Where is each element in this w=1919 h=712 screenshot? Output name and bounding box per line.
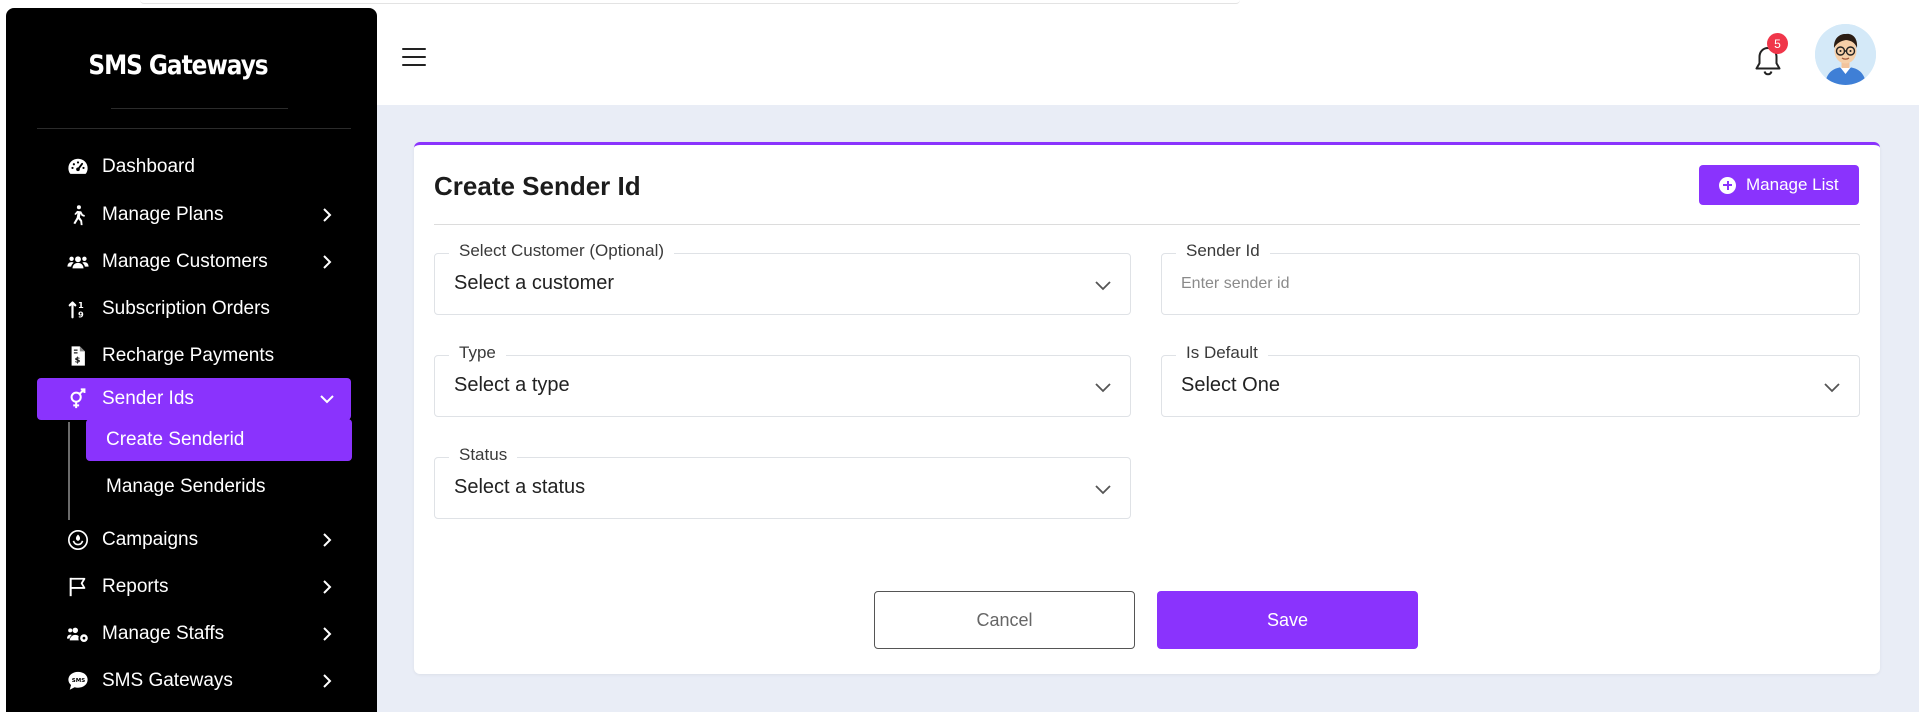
sidebar-divider [37,128,351,129]
status-select-label: Status [449,445,518,465]
sidebar-item-manage-staffs[interactable]: Manage Staffs [37,613,351,655]
type-select[interactable]: Type Select a type [434,343,1131,417]
invoice-dollar-icon: $ [67,345,89,367]
chevron-right-icon [320,533,334,547]
type-select-label: Type [449,343,506,363]
sort-arrows-icon: 19 [67,298,89,320]
chevron-down-icon [1823,380,1841,394]
sidebar-item-label: Dashboard [102,156,195,177]
svg-text:9: 9 [78,309,84,319]
users-icon [67,251,89,273]
is-default-select[interactable]: Is Default Select One [1161,343,1860,417]
submenu-item-manage-senderids[interactable]: Manage Senderids [86,466,352,508]
status-select[interactable]: Status Select a status [434,445,1131,519]
sidebar-item-subscription-orders[interactable]: 19 Subscription Orders [37,288,351,330]
status-select-value: Select a status [454,476,586,498]
create-sender-id-card: Create Sender Id Manage List Select Cust… [414,142,1880,674]
venus-mars-icon [67,388,89,410]
notification-badge: 5 [1767,33,1788,54]
brand-title: SMS Gateways [88,50,268,81]
sms-bubble-icon: SMS [67,670,89,692]
submenu-item-create-senderid[interactable]: Create Senderid [86,419,352,461]
submenu-guide-line [68,422,70,520]
sidebar-item-label: Reports [102,576,169,597]
hamburger-menu-icon[interactable] [402,48,426,66]
customer-select-label: Select Customer (Optional) [449,241,675,261]
sidebar-item-dashboard[interactable]: Dashboard [37,146,351,188]
browser-bar-edge [140,0,1240,4]
customer-select-value: Select a customer [454,272,615,294]
campaign-icon [67,529,89,551]
users-gear-icon [67,623,89,645]
sidebar-item-label: Subscription Orders [102,298,270,319]
sidebar-item-manage-customers[interactable]: Manage Customers [37,241,351,283]
sidebar-item-label: Manage Plans [102,204,224,225]
flag-icon [67,576,89,598]
plus-circle-icon [1719,176,1736,194]
sidebar-item-sender-ids[interactable]: Sender Ids [37,378,351,420]
sidebar-item-manage-plans[interactable]: Manage Plans [37,194,351,236]
chevron-right-icon [320,674,334,688]
person-walking-icon [67,204,89,226]
window-top-edge [0,0,1919,8]
is-default-label: Is Default [1176,343,1268,363]
chevron-down-icon [320,392,334,406]
chevron-right-icon [320,255,334,269]
brand-divider [111,108,288,109]
chevron-down-icon [1094,482,1112,496]
chevron-down-icon [1094,278,1112,292]
sender-id-label: Sender Id [1176,241,1270,261]
sender-id-placeholder: Enter sender id [1181,275,1290,292]
sidebar-item-label: Manage Customers [102,251,268,272]
sidebar-item-label: SMS Gateways [102,670,233,691]
sidebar-item-label: Sender Ids [102,388,194,409]
top-header: 5 [377,8,1919,105]
sidebar: SMS Gateways Dashboard Manage Plans Mana… [6,8,377,712]
chevron-right-icon [320,580,334,594]
manage-list-label: Manage List [1746,175,1839,194]
customer-select[interactable]: Select Customer (Optional) Select a cust… [434,241,1131,315]
card-divider [434,224,1860,225]
save-button[interactable]: Save [1157,591,1418,649]
main-content: Create Sender Id Manage List Select Cust… [377,105,1919,712]
is-default-value: Select One [1181,374,1280,396]
type-select-value: Select a type [454,374,570,396]
sidebar-item-label: Manage Staffs [102,623,225,644]
sidebar-item-recharge-payments[interactable]: $ Recharge Payments [37,335,351,377]
sidebar-item-reports[interactable]: Reports [37,566,351,608]
page-title: Create Sender Id [434,171,641,201]
sidebar-item-campaigns[interactable]: Campaigns [37,519,351,561]
chevron-down-icon [1094,380,1112,394]
chevron-right-icon [320,627,334,641]
sidebar-item-label: Campaigns [102,529,199,550]
user-avatar[interactable] [1815,24,1876,85]
chevron-right-icon [320,208,334,222]
svg-text:SMS: SMS [72,678,85,684]
sidebar-item-label: Recharge Payments [102,345,275,366]
svg-text:$: $ [75,354,81,364]
gauge-icon [67,156,89,178]
cancel-button[interactable]: Cancel [874,591,1135,649]
sender-id-field[interactable]: Sender Id Enter sender id [1161,241,1860,315]
sidebar-item-sms-gateways[interactable]: SMS SMS Gateways [37,660,351,702]
manage-list-button[interactable]: Manage List [1699,165,1859,205]
